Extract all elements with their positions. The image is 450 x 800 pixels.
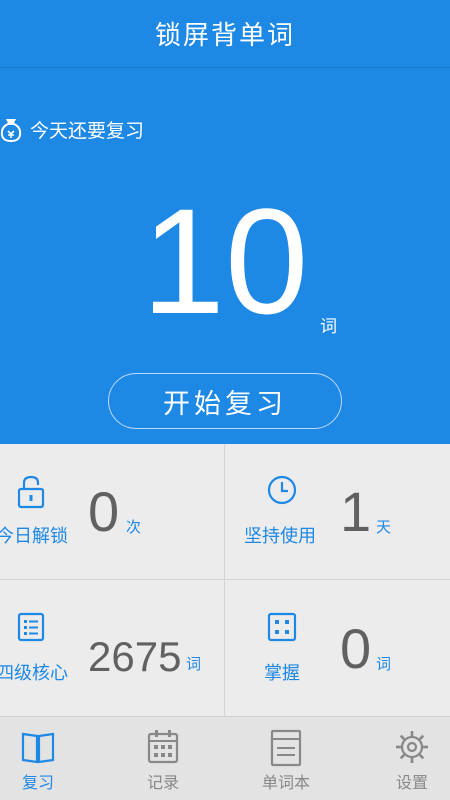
review-count: 10 — [141, 177, 309, 345]
stat-cet4-core[interactable]: 四级核心 2675 词 — [0, 581, 224, 716]
list-icon — [16, 611, 46, 647]
stat-days-used[interactable]: 坚持使用 1 天 — [226, 444, 450, 579]
start-review-button[interactable]: 开始复习 — [108, 373, 342, 429]
tab-records[interactable]: 记录 — [107, 717, 219, 800]
app-title: 锁屏背单词 — [154, 21, 295, 51]
clock-icon — [266, 474, 298, 510]
stat-unit: 次 — [126, 518, 142, 536]
grid-divider-horizontal — [0, 579, 450, 580]
stat-value: 0 — [340, 617, 372, 680]
tab-label: 记录 — [146, 773, 179, 792]
app-header: 锁屏背单词 — [0, 0, 450, 68]
stat-value: 0 — [88, 480, 120, 543]
reminder-label: 今天还要复习 — [30, 120, 145, 142]
tab-review[interactable]: 复习 — [0, 717, 112, 800]
stat-unit: 天 — [376, 518, 392, 536]
stat-mastered[interactable]: 掌握 0 词 — [226, 581, 450, 716]
tab-label: 复习 — [21, 773, 54, 792]
tab-label: 设置 — [395, 773, 428, 792]
stat-value: 2675 — [88, 633, 182, 680]
stat-label: 掌握 — [264, 663, 300, 684]
review-panel: 今天还要复习 10 词 开始复习 — [0, 68, 450, 444]
stat-unlocks-today[interactable]: 今日解锁 0 次 — [0, 444, 224, 579]
grid-divider-vertical — [224, 444, 225, 716]
bottom-tab-bar: 复习 记录 单词本 设置 — [0, 716, 450, 800]
tab-label: 单词本 — [261, 773, 310, 792]
stat-label: 坚持使用 — [244, 526, 316, 547]
stat-label: 今日解锁 — [0, 526, 68, 547]
stat-unit: 词 — [376, 655, 392, 673]
calendar-icon — [146, 729, 180, 769]
lock-icon — [16, 474, 46, 514]
stat-value: 1 — [340, 480, 372, 543]
gear-icon — [394, 729, 430, 769]
book-icon — [20, 729, 56, 769]
bag-icon — [0, 117, 22, 143]
tab-wordbook[interactable]: 单词本 — [230, 717, 342, 800]
stat-label: 四级核心 — [0, 663, 68, 684]
stats-grid: 今日解锁 0 次 坚持使用 1 天 四级核心 2675 词 掌握 0 词 — [0, 444, 450, 716]
dice-icon — [266, 611, 298, 647]
reminder-row: 今天还要复习 — [0, 116, 144, 143]
stat-unit: 词 — [186, 655, 202, 673]
review-count-unit: 词 — [320, 317, 337, 337]
tab-settings[interactable]: 设置 — [338, 717, 450, 800]
notebook-icon — [269, 729, 303, 771]
